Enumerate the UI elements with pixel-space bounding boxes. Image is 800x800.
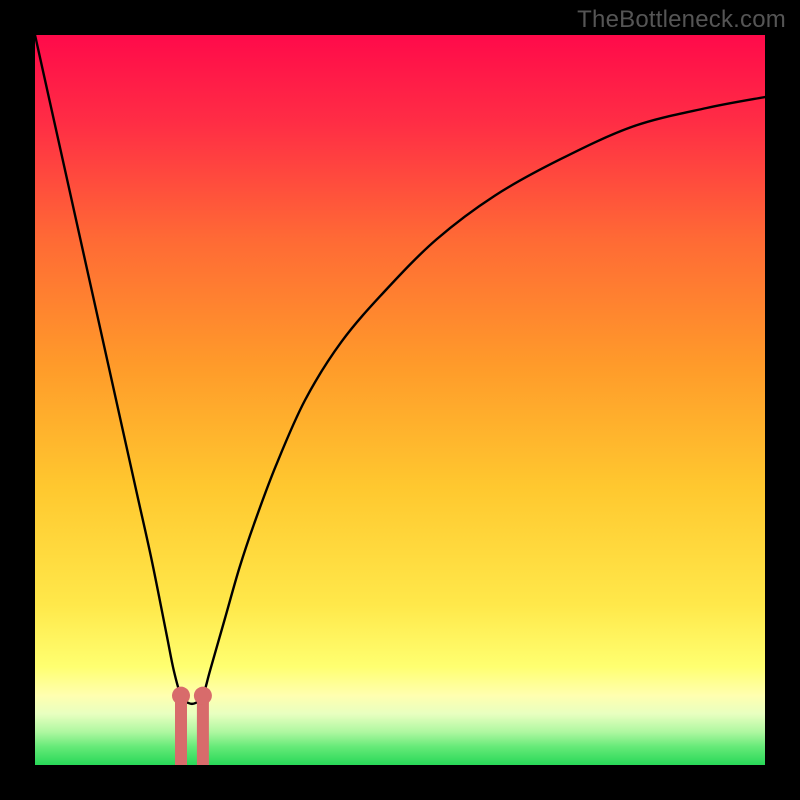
optimal-markers bbox=[172, 687, 212, 765]
watermark-text: TheBottleneck.com bbox=[577, 6, 786, 34]
bottleneck-curve bbox=[35, 35, 765, 704]
optimal-right-dot bbox=[194, 687, 212, 705]
chart-frame: TheBottleneck.com bbox=[0, 0, 800, 800]
heat-plot-area bbox=[35, 35, 765, 765]
curve-overlay bbox=[35, 35, 765, 765]
bottleneck-curve-path bbox=[35, 35, 765, 704]
optimal-left-dot bbox=[172, 687, 190, 705]
